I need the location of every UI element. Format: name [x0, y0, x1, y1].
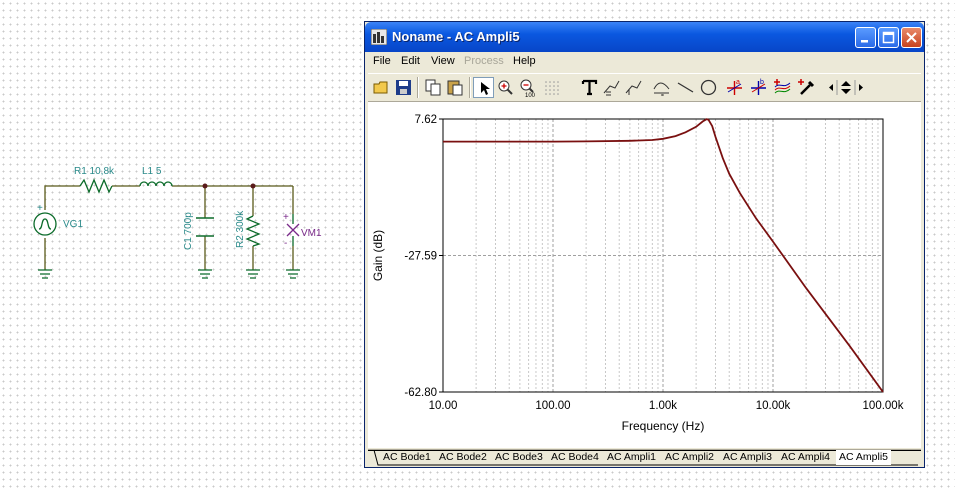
- vg1-label: VG1: [63, 219, 83, 230]
- x-tick-label: 10.00k: [756, 400, 791, 412]
- close-icon: [906, 32, 917, 43]
- minimize-icon: [861, 40, 868, 43]
- menu-process[interactable]: Process: [464, 55, 504, 67]
- tab-ac-ampli1[interactable]: AC Ampli1: [604, 450, 659, 465]
- vm1-minus: -: [284, 238, 287, 249]
- r2-label: R2 300k: [235, 210, 246, 248]
- x-tick-label: 100.00: [535, 400, 570, 412]
- menu-help[interactable]: Help: [513, 55, 536, 67]
- svg-text:a: a: [736, 79, 740, 86]
- toolbar: 100 = a b: [368, 73, 921, 102]
- minimize-button[interactable]: [855, 27, 876, 48]
- tab-ac-bode4[interactable]: AC Bode4: [548, 450, 602, 465]
- x-tick-label: 100.00k: [863, 400, 904, 412]
- tab-ac-bode2[interactable]: AC Bode2: [436, 450, 490, 465]
- axis-annotation-icon[interactable]: [601, 77, 622, 98]
- grid-lines: [439, 118, 884, 393]
- curve-annotation-icon[interactable]: [623, 77, 644, 98]
- circle-icon[interactable]: [698, 77, 719, 98]
- ground-symbols: [38, 269, 300, 279]
- slope-annotation-icon[interactable]: =: [651, 77, 672, 98]
- voltmeter-vm1[interactable]: + - VM1: [283, 212, 322, 249]
- zoom-out-icon[interactable]: 100: [517, 77, 538, 98]
- title-bar[interactable]: Noname - AC Ampli5: [365, 22, 924, 52]
- grid-icon[interactable]: [541, 77, 562, 98]
- inductor-l1[interactable]: L1 5: [139, 166, 173, 187]
- junction-dot: [202, 183, 208, 189]
- tab-ac-ampli5[interactable]: AC Ampli5: [836, 450, 892, 465]
- tab-ac-bode3[interactable]: AC Bode3: [492, 450, 546, 465]
- svg-text:b: b: [760, 79, 764, 86]
- add-curve-icon[interactable]: [772, 77, 793, 98]
- gain-chart[interactable]: 10.00 100.00 1.00k 10.00k 100.00k 7.62 -27.59 -…: [368, 102, 921, 448]
- y-axis-label: Gain (dB): [371, 230, 385, 281]
- tick-labels: 10.00 100.00 1.00k 10.00k 100.00k 7.62 -27.59 -…: [404, 114, 903, 412]
- svg-text:100: 100: [525, 93, 536, 98]
- x-axis-label: Frequency (Hz): [622, 419, 705, 433]
- vm1-label: VM1: [301, 228, 322, 239]
- x-tick-label: 10.00: [429, 400, 458, 412]
- resistor-r2[interactable]: R2 300k: [235, 210, 261, 248]
- pointer-icon[interactable]: [473, 77, 494, 98]
- signal-generator-vg1[interactable]: + VG1: [33, 203, 83, 236]
- y-tick-label: -27.59: [404, 251, 437, 263]
- copy-icon[interactable]: [423, 77, 444, 98]
- tab-ac-bode1[interactable]: AC Bode1: [380, 450, 434, 465]
- menu-bar: File Edit View Process Help: [365, 52, 924, 71]
- open-icon[interactable]: [371, 77, 392, 98]
- maximize-icon: [882, 31, 895, 44]
- resistor-r1[interactable]: R1 10,8k: [74, 166, 115, 194]
- maximize-button[interactable]: [878, 27, 899, 48]
- y-tick-label: -62.80: [404, 387, 437, 399]
- paste-icon[interactable]: [445, 77, 466, 98]
- tab-ac-ampli2[interactable]: AC Ampli2: [662, 450, 717, 465]
- result-tabs: AC Bode1 AC Bode2 AC Bode3 AC Bode4 AC A…: [368, 449, 921, 467]
- plot-area[interactable]: 10.00 100.00 1.00k 10.00k 100.00k 7.62 -27.59 -…: [368, 102, 921, 448]
- cursor-b-icon[interactable]: b: [748, 77, 769, 98]
- pick-color-icon[interactable]: [796, 77, 817, 98]
- tab-ac-ampli3[interactable]: AC Ampli3: [720, 450, 775, 465]
- y-tick-label: 7.62: [415, 114, 437, 126]
- line-icon[interactable]: [675, 77, 696, 98]
- analysis-window: Noname - AC Ampli5 File Edit View Proces…: [364, 21, 925, 468]
- junction-dot: [250, 183, 256, 189]
- app-icon[interactable]: [371, 29, 387, 45]
- cursor-a-icon[interactable]: a: [724, 77, 745, 98]
- move-arrows-icon[interactable]: [826, 77, 866, 98]
- menu-view[interactable]: View: [431, 55, 455, 67]
- text-icon[interactable]: [579, 77, 600, 98]
- save-icon[interactable]: [393, 77, 414, 98]
- l1-label: L1 5: [142, 166, 162, 177]
- menu-file[interactable]: File: [373, 55, 391, 67]
- zoom-in-icon[interactable]: [495, 77, 516, 98]
- close-button[interactable]: [901, 27, 922, 48]
- vm1-plus: +: [283, 212, 289, 223]
- x-tick-label: 1.00k: [649, 400, 677, 412]
- vg1-plus: +: [37, 203, 43, 214]
- window-title: Noname - AC Ampli5: [392, 29, 520, 44]
- circuit-schematic[interactable]: R1 10,8k L1 5 C1 700p R2 300k + - VM1 + …: [0, 0, 360, 492]
- tab-ac-ampli4[interactable]: AC Ampli4: [778, 450, 833, 465]
- svg-text:=: =: [661, 93, 664, 98]
- capacitor-c1[interactable]: C1 700p: [183, 212, 214, 250]
- r1-label: R1 10,8k: [74, 166, 115, 177]
- menu-edit[interactable]: Edit: [401, 55, 420, 67]
- c1-label: C1 700p: [183, 212, 194, 250]
